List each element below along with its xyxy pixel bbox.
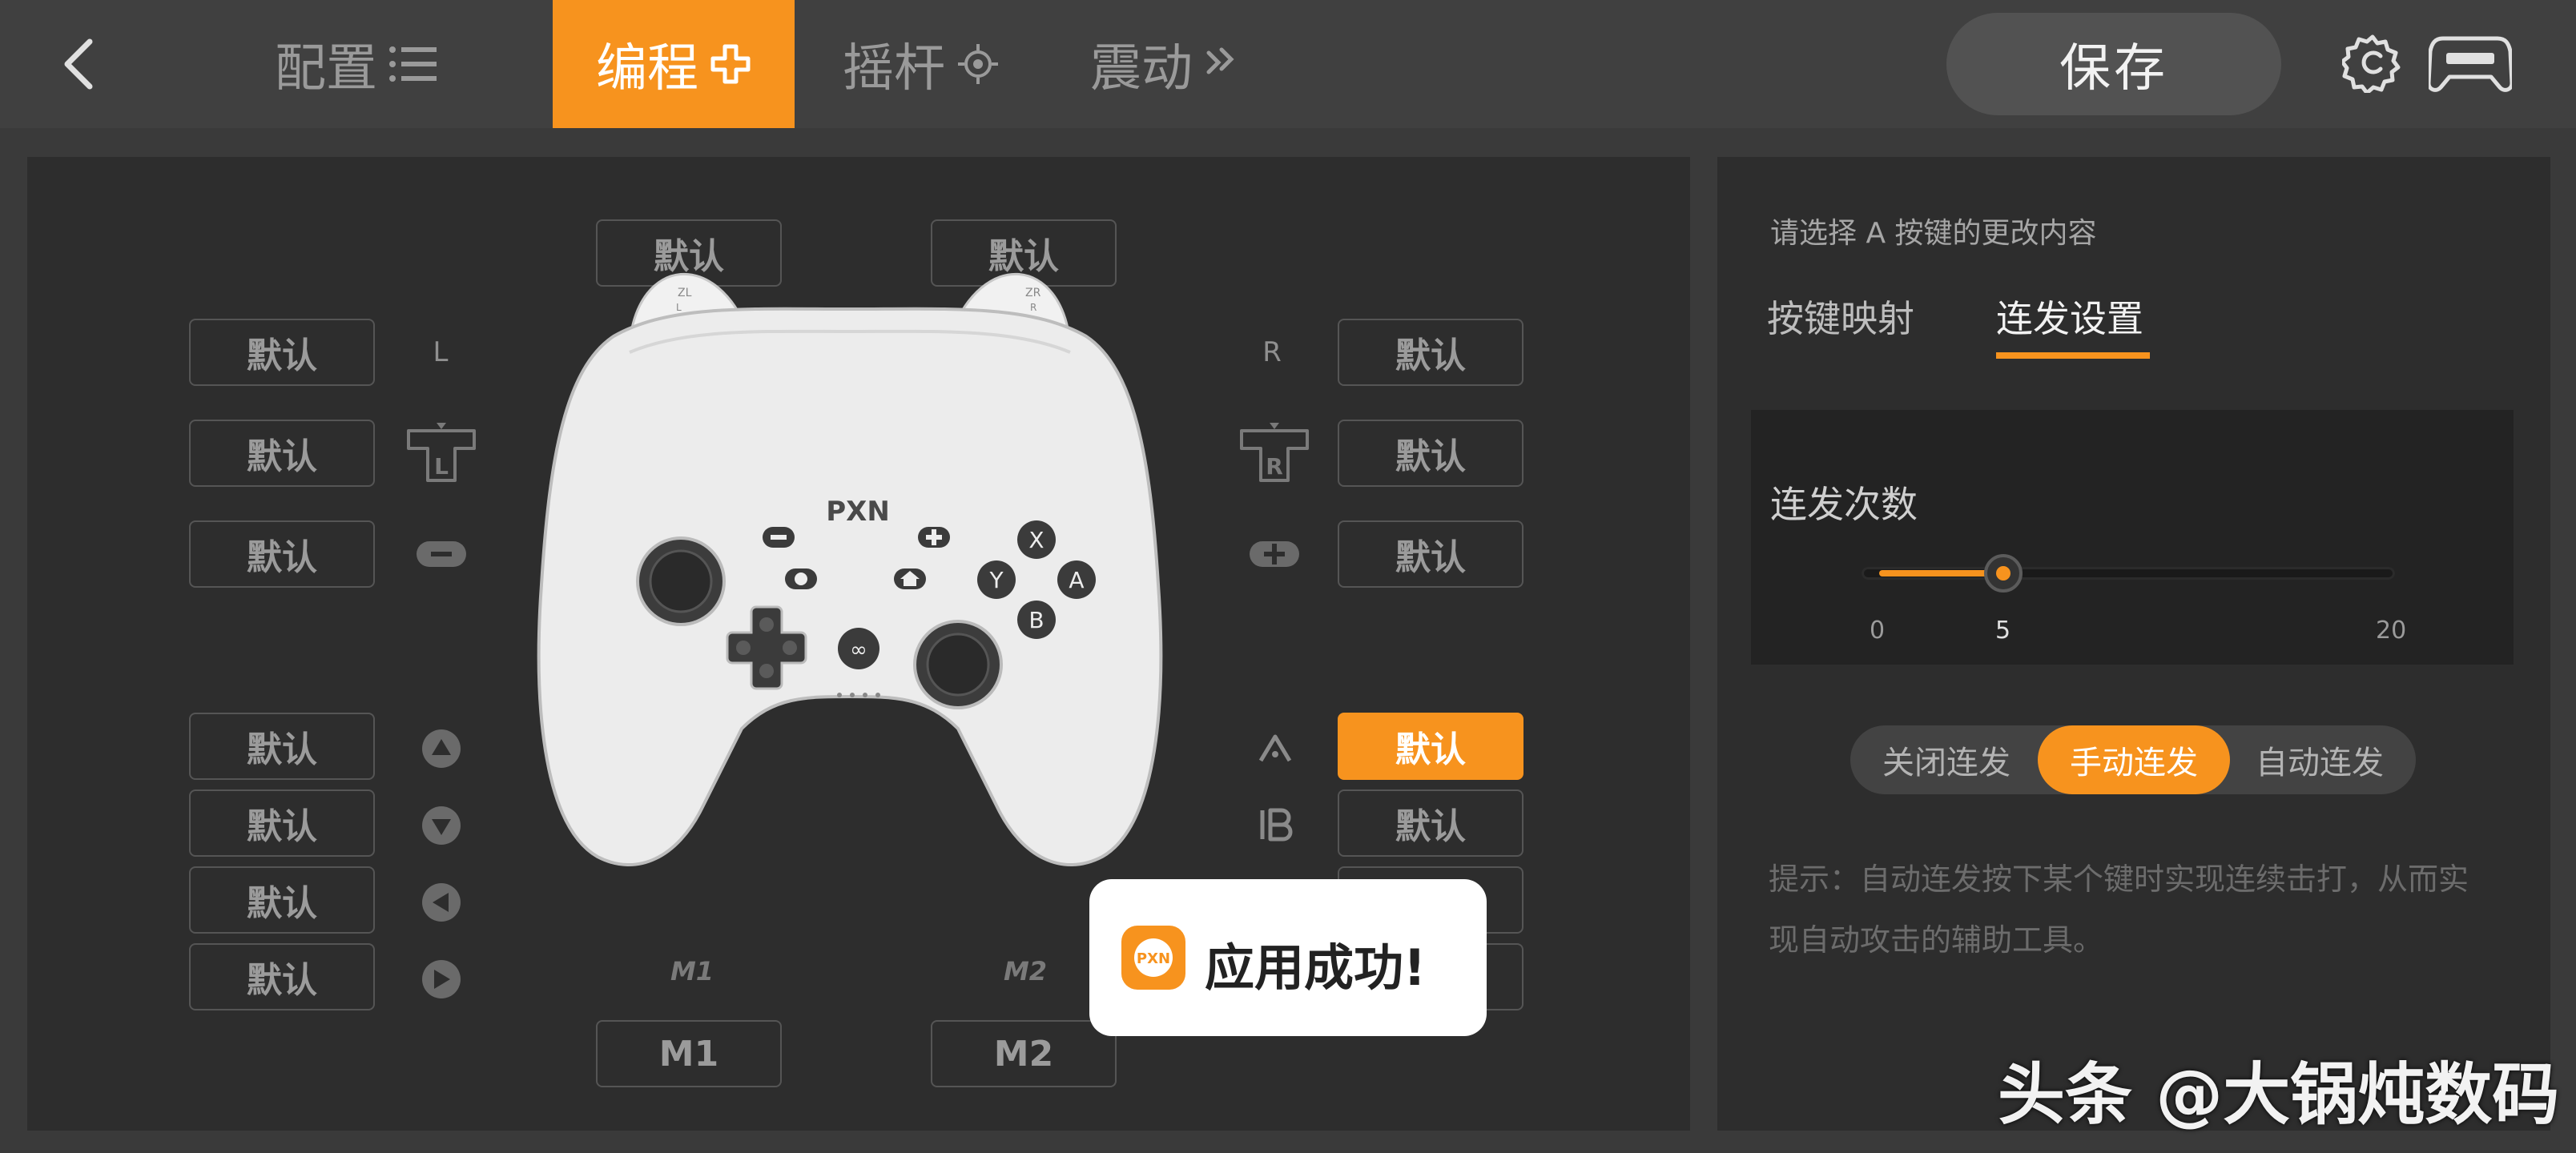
vibration-icon: [1206, 47, 1234, 74]
pxn-app-icon: PXN: [1121, 926, 1185, 990]
map-button-minus[interactable]: 默认: [189, 520, 375, 588]
map-button-plus[interactable]: 默认: [1338, 520, 1523, 588]
settings-prompt: 请选择 A 按键的更改内容: [1770, 217, 2097, 250]
a-button-icon: [1258, 734, 1292, 762]
svg-text:M2: M2: [1004, 956, 1047, 985]
map-button-r3[interactable]: 默认: [1338, 420, 1523, 487]
map-button-b[interactable]: 默认: [1338, 789, 1523, 857]
turbo-count-slider-thumb[interactable]: [1984, 554, 2023, 593]
l3-stick-icon: L: [407, 423, 476, 482]
svg-text:R: R: [1266, 453, 1283, 480]
dpad-down-icon: [422, 806, 461, 845]
turbo-hint-text: 提示：自动连发按下某个键时实现连续击打，从而实现自动攻击的辅助工具。: [1769, 862, 2469, 958]
save-button[interactable]: 保存: [1946, 13, 2281, 115]
svg-text:B: B: [1028, 607, 1044, 633]
tab-joystick[interactable]: 摇杆: [833, 0, 1009, 128]
svg-text:L: L: [434, 453, 449, 480]
svg-text:Y: Y: [988, 567, 1004, 593]
dpad-up-icon: [422, 729, 461, 768]
dpad-right-icon: [422, 960, 461, 998]
gamepad-illustration: ZL L ZR R PXN X Y A B ∞: [537, 272, 1163, 866]
mode-off-button[interactable]: 关闭连发: [1850, 725, 2043, 794]
turbo-count-title: 连发次数: [1770, 483, 1918, 526]
active-tab-underline: [1996, 352, 2150, 359]
tab-config[interactable]: 配置: [240, 0, 473, 128]
watermark-text: 头条 @大锅炖数码: [1998, 1055, 2560, 1134]
back-button[interactable]: [48, 32, 112, 96]
tab-vibration[interactable]: 震动: [1086, 0, 1246, 128]
toast-message: 应用成功!: [1205, 938, 1427, 997]
shoulder-zr-text: ZR: [1025, 287, 1041, 299]
plus-icon: [710, 44, 751, 84]
tab-turbo-settings[interactable]: 连发设置: [1996, 290, 2143, 343]
m2-glyph-icon: M2: [1004, 956, 1047, 985]
list-icon: [389, 46, 437, 82]
controller-button[interactable]: [2426, 34, 2514, 98]
map-button-m1[interactable]: M1: [596, 1020, 782, 1087]
tab-key-mapping[interactable]: 按键映射: [1767, 290, 1914, 343]
success-toast: PXN 应用成功!: [1089, 879, 1487, 1036]
tab-programming-label: 编程: [596, 39, 698, 98]
map-button-a[interactable]: 默认: [1338, 713, 1523, 780]
slider-value-label: 5: [1995, 617, 2011, 645]
shoulder-l-text: L: [676, 302, 682, 313]
svg-text:M1: M1: [670, 956, 714, 985]
map-button-up[interactable]: 默认: [189, 713, 375, 780]
label-l: L: [433, 336, 449, 368]
svg-text:∞: ∞: [850, 638, 867, 662]
svg-text:X: X: [1028, 527, 1044, 553]
slider-min-label: 0: [1870, 617, 1886, 645]
b-button-icon: [1260, 808, 1293, 842]
map-button-right[interactable]: 默认: [189, 943, 375, 1010]
r3-stick-icon: R: [1240, 423, 1309, 482]
label-r: R: [1262, 336, 1282, 368]
shoulder-zl-text: ZL: [678, 287, 692, 299]
back-arrow-icon: [64, 38, 93, 90]
mode-manual-button[interactable]: 手动连发: [2038, 725, 2230, 794]
tab-joystick-label: 摇杆: [843, 39, 945, 98]
map-button-m2[interactable]: M2: [931, 1020, 1117, 1087]
svg-text:PXN: PXN: [1137, 950, 1170, 967]
slider-max-label: 20: [2376, 617, 2407, 645]
crosshair-icon: [958, 44, 998, 84]
settings-gear-icon: [2340, 34, 2401, 95]
tab-config-label: 配置: [275, 39, 377, 98]
map-button-l3[interactable]: 默认: [189, 420, 375, 487]
m1-glyph-icon: M1: [670, 956, 714, 985]
brand-logo: PXN: [826, 496, 890, 528]
tab-vibration-label: 震动: [1090, 39, 1193, 98]
map-button-left[interactable]: 默认: [189, 866, 375, 934]
settings-button[interactable]: [2340, 32, 2403, 96]
tab-programming[interactable]: 编程: [553, 0, 795, 128]
controller-icon: [2426, 36, 2514, 92]
plus-button-icon: [1250, 541, 1299, 567]
map-button-r[interactable]: 默认: [1338, 319, 1523, 386]
minus-icon: [417, 541, 466, 567]
map-button-l[interactable]: 默认: [189, 319, 375, 386]
mode-auto-button[interactable]: 自动连发: [2224, 725, 2416, 794]
dpad-left-icon: [422, 883, 461, 922]
svg-text:A: A: [1069, 567, 1084, 593]
shoulder-r-text: R: [1030, 302, 1036, 313]
map-button-down[interactable]: 默认: [189, 789, 375, 857]
